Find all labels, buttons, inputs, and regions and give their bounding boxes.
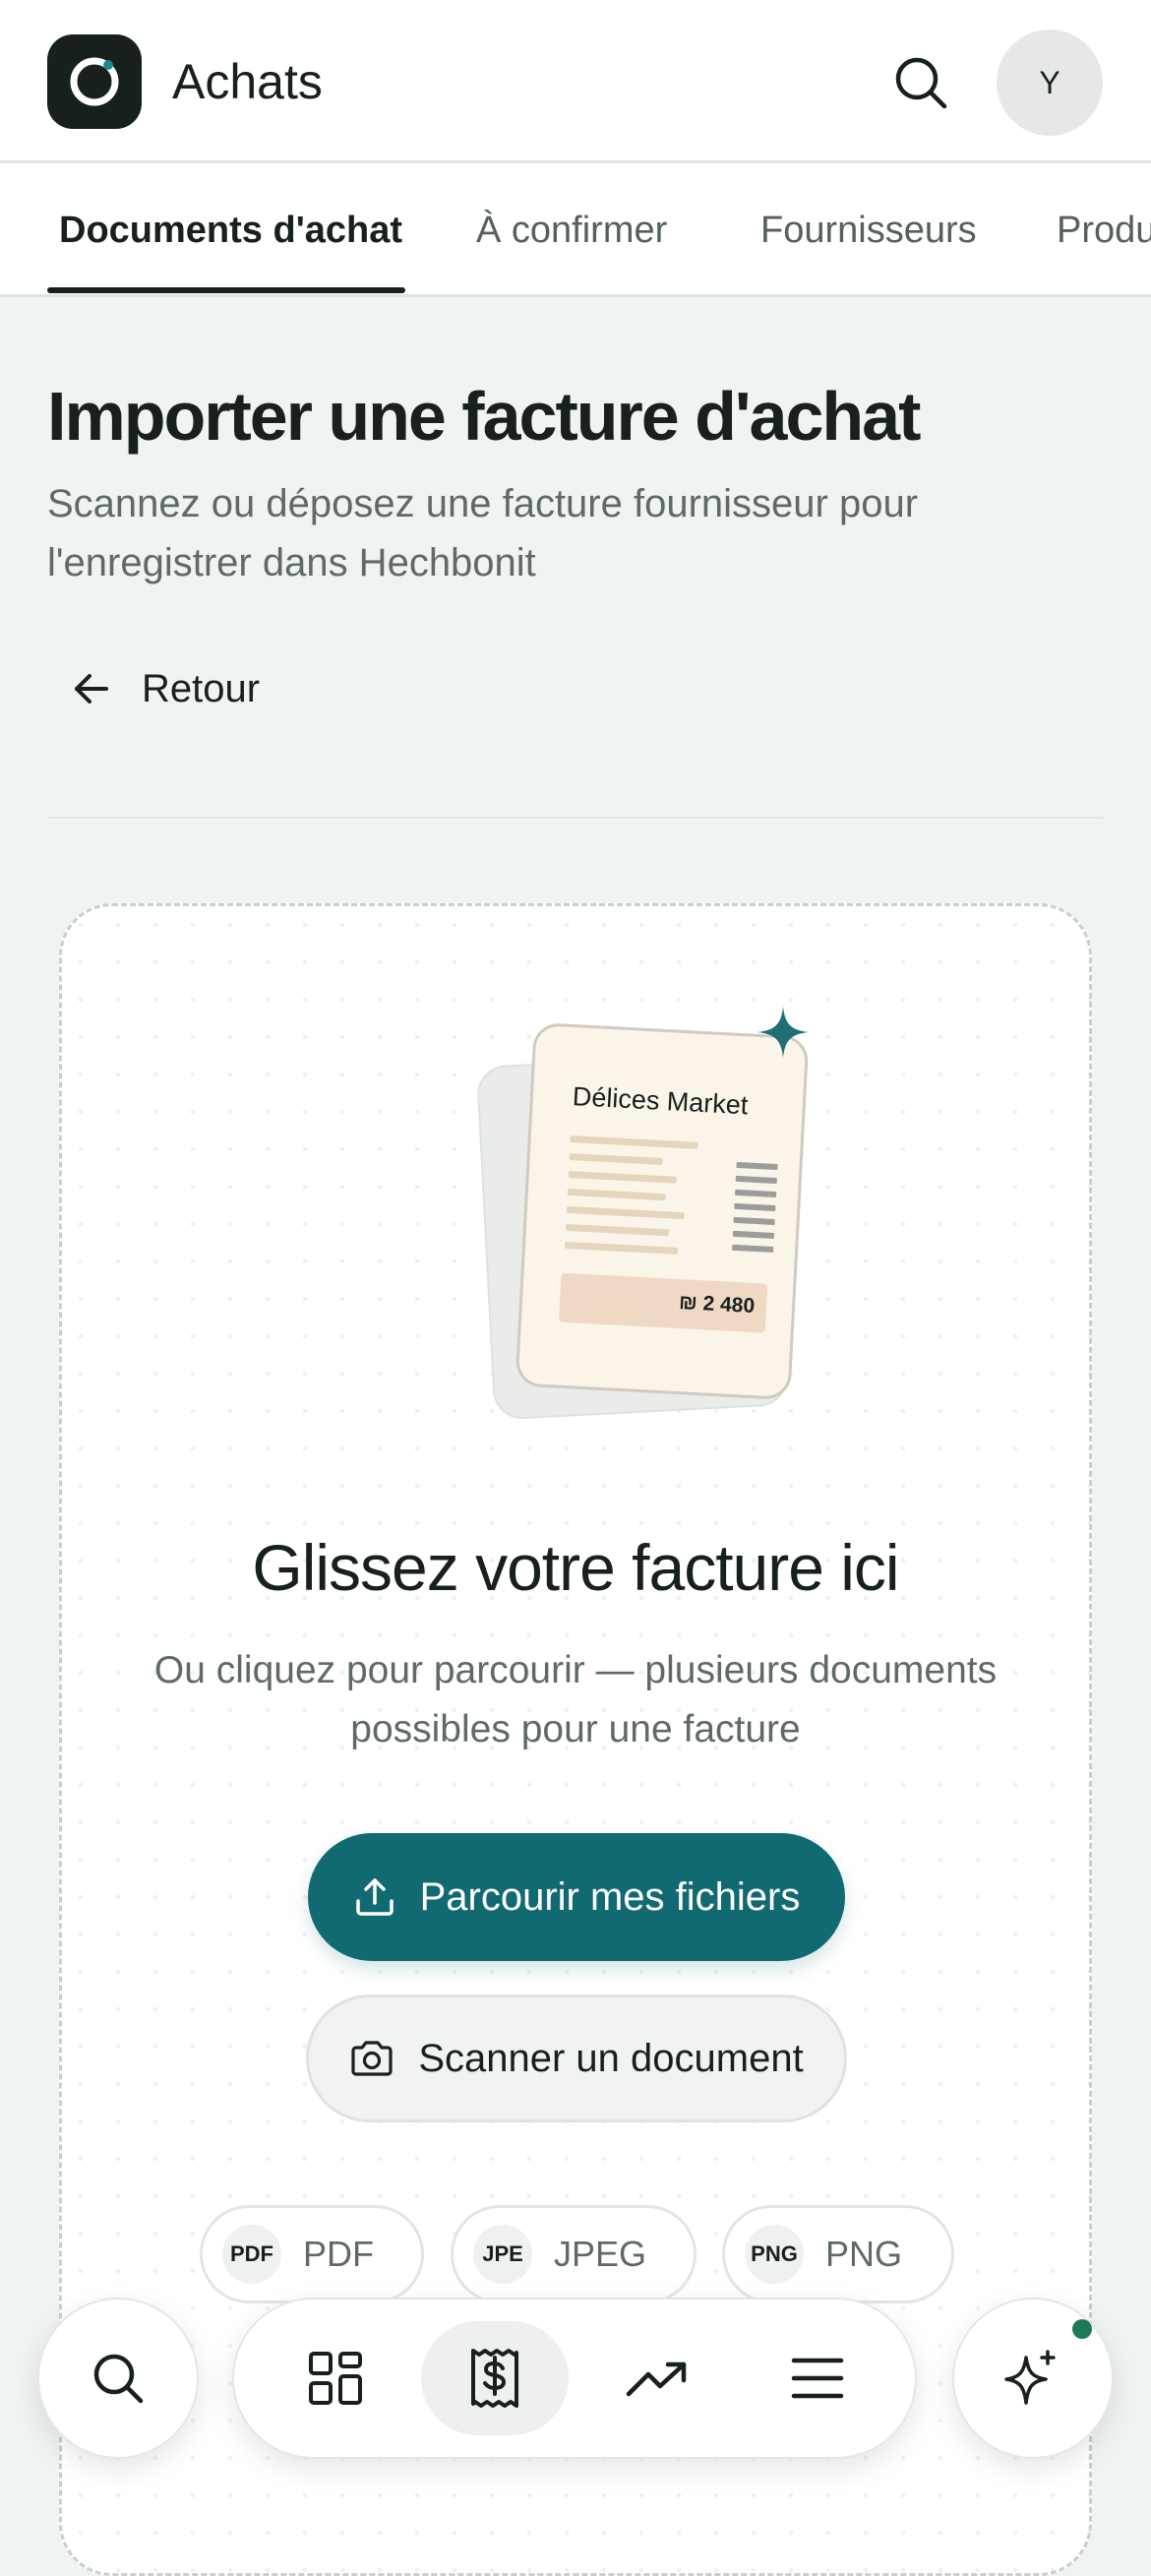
invoice-amount-bar	[733, 1216, 775, 1226]
tab-produits[interactable]: Produ	[1057, 206, 1151, 255]
invoice-line	[568, 1170, 677, 1184]
upload-icon	[355, 1878, 394, 1916]
invoice-amount-bar	[732, 1244, 774, 1253]
drop-zone-description: Ou cliquez pour parcourir — plusieurs do…	[62, 1641, 1089, 1759]
format-chip-png: PNG PNG	[722, 2205, 954, 2303]
tab-bar: Documents d'achat À confirmer Fournisseu…	[0, 163, 1151, 297]
page-subtitle: Scannez ou déposez une facture fournisse…	[47, 482, 919, 584]
invoice-line	[567, 1188, 666, 1201]
ring-logo-icon	[70, 57, 119, 106]
invoice-amount-bar	[735, 1175, 777, 1185]
app-logo[interactable]	[47, 34, 142, 129]
search-icon	[895, 57, 947, 109]
format-name: PDF	[303, 2234, 374, 2274]
app-header: Achats Y	[0, 0, 1151, 163]
nav-search-button[interactable]	[37, 2298, 199, 2459]
receipt-dollar-icon	[471, 2349, 518, 2408]
nav-analytics[interactable]	[583, 2321, 731, 2435]
bottom-nav-bar	[232, 2298, 917, 2459]
invoice-total-box: ₪ 2 480	[558, 1272, 768, 1333]
invoice-illustration: Délices Market ₪ 2 480	[416, 1005, 810, 1447]
invoice-amount-bar	[736, 1161, 778, 1171]
divider	[47, 817, 1104, 819]
sparkle-icon	[757, 1007, 809, 1058]
back-button[interactable]: Retour	[71, 654, 260, 723]
format-chip-pdf: PDF PDF	[200, 2205, 424, 2303]
notification-dot	[1072, 2319, 1092, 2339]
nav-menu[interactable]	[744, 2321, 891, 2435]
arrow-left-icon	[75, 674, 108, 704]
dashboard-icon	[309, 2352, 362, 2405]
nav-dashboard[interactable]	[262, 2321, 409, 2435]
trending-up-icon	[626, 2361, 687, 2397]
invoice-line	[569, 1152, 663, 1165]
format-badge: PDF	[222, 2225, 281, 2284]
menu-icon	[791, 2358, 844, 2399]
sparkles-icon	[1004, 2350, 1056, 2405]
drop-zone-description-line: Ou cliquez pour parcourir — plusieurs do…	[153, 1649, 998, 1691]
browse-files-button[interactable]: Parcourir mes fichiers	[308, 1833, 845, 1961]
scan-document-label: Scanner un document	[418, 2036, 804, 2080]
back-label: Retour	[142, 666, 261, 710]
invoice-line	[565, 1223, 670, 1237]
browse-files-label: Parcourir mes fichiers	[419, 1874, 801, 1919]
format-badge: JPE	[473, 2225, 532, 2284]
search-icon	[93, 2354, 144, 2404]
format-name: JPEG	[554, 2234, 647, 2274]
app-title: Achats	[172, 54, 323, 109]
user-avatar[interactable]: Y	[997, 30, 1103, 136]
tab-documents-achat[interactable]: Documents d'achat	[59, 206, 402, 255]
active-tab-indicator	[47, 287, 405, 293]
format-name: PNG	[825, 2234, 903, 2274]
format-chip-jpeg: JPE JPEG	[451, 2205, 697, 2303]
invoice-line	[566, 1205, 685, 1220]
invoice-merchant: Délices Market	[572, 1081, 750, 1121]
invoice-amount-bar	[734, 1189, 777, 1198]
invoice-amount-bar	[734, 1202, 776, 1212]
invoice-line	[570, 1135, 698, 1149]
camera-icon	[351, 2041, 393, 2076]
invoice-amount-bar	[732, 1230, 775, 1239]
format-badge: PNG	[745, 2225, 804, 2284]
nav-ai-assistant-button[interactable]	[952, 2298, 1114, 2459]
drop-zone-title: Glissez votre facture ici	[252, 1531, 899, 1604]
drop-zone-description-line: possibles pour une facture	[350, 1708, 801, 1750]
search-button[interactable]	[885, 47, 956, 118]
nav-purchases[interactable]	[421, 2321, 569, 2435]
tab-a-confirmer[interactable]: À confirmer	[476, 206, 667, 255]
invoice-line	[564, 1241, 679, 1255]
page-title: Importer une facture d'achat	[47, 378, 921, 455]
tab-fournisseurs[interactable]: Fournisseurs	[760, 206, 977, 255]
invoice-total: ₪ 2 480	[678, 1291, 756, 1319]
invoice-document: Délices Market ₪ 2 480	[515, 1021, 810, 1401]
scan-document-button[interactable]: Scanner un document	[306, 1994, 847, 2122]
